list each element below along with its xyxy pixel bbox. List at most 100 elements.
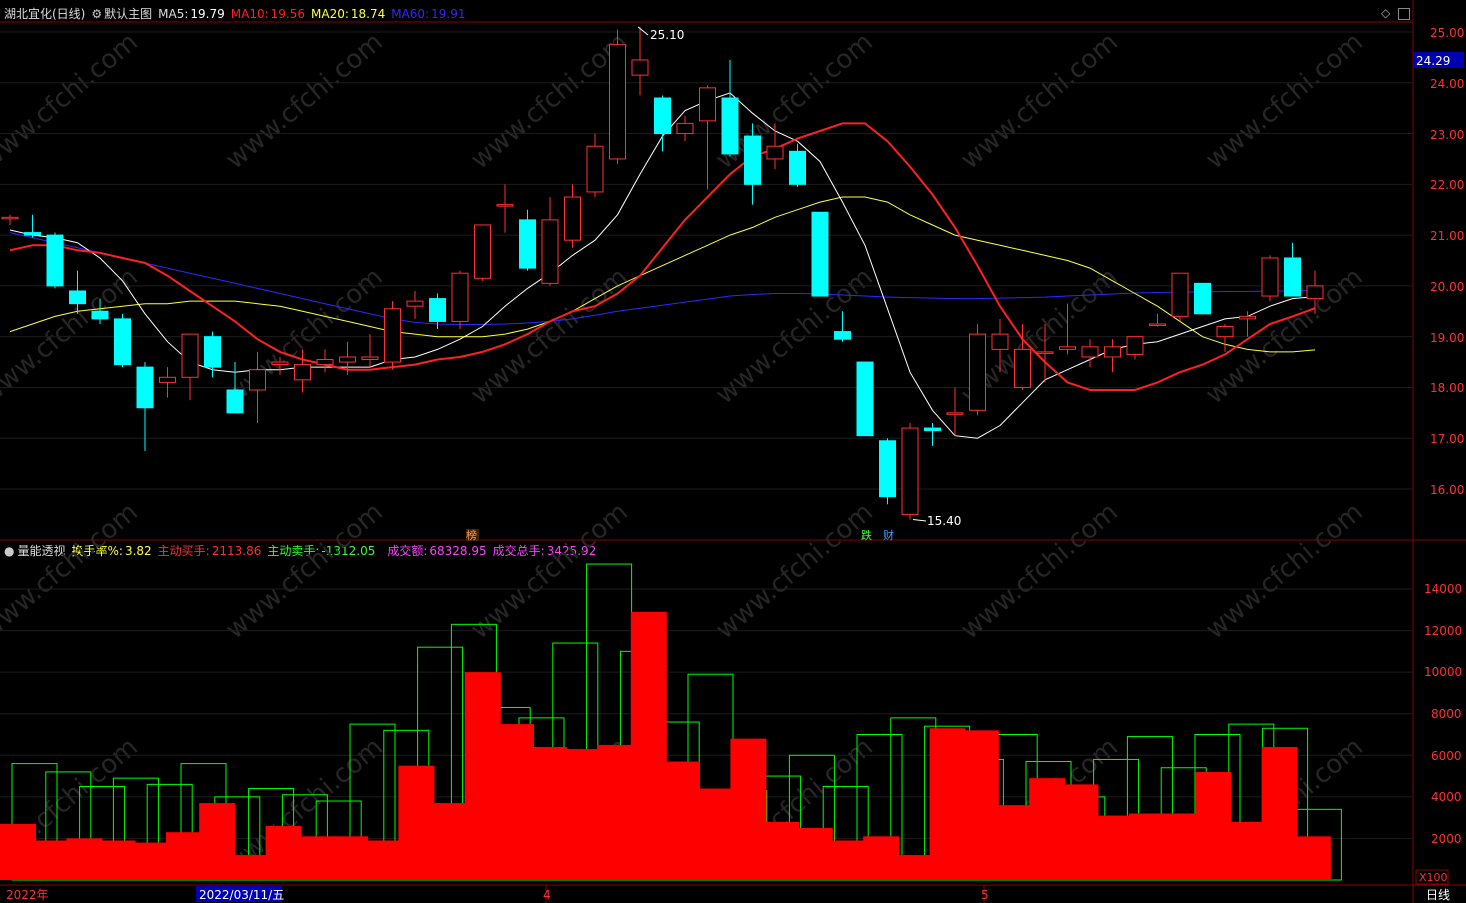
period-label[interactable]: 日线 <box>1426 888 1450 902</box>
candle-body <box>114 318 131 366</box>
volume-buy-bar <box>597 744 634 880</box>
candle-body <box>1059 346 1076 350</box>
volume-axis: 14000 12000 10000 8000 6000 4000 2000 X1… <box>1415 582 1462 885</box>
candle-body <box>1104 346 1121 358</box>
price-tick: 20.00 <box>1430 280 1464 294</box>
candle <box>316 349 334 373</box>
volume-buy-bar <box>1261 746 1298 880</box>
volume-tick: 2000 <box>1431 832 1462 846</box>
volume-buy-bar <box>664 761 700 880</box>
candle-body <box>69 290 86 305</box>
volume-buy-bar <box>66 838 103 880</box>
candle-body <box>316 359 334 366</box>
candle <box>924 422 941 446</box>
candle-body <box>1284 257 1301 297</box>
candle-body <box>654 97 671 135</box>
price-tick: 23.00 <box>1430 128 1464 142</box>
date-label-april: 4 <box>543 888 551 902</box>
volume-buy-bar <box>298 836 335 880</box>
volume-buy-bar <box>431 803 468 880</box>
watermark-text: www.cfchi.com <box>465 27 634 175</box>
candle-body <box>294 364 311 381</box>
candle-body <box>1081 346 1099 358</box>
candle-body <box>429 298 446 322</box>
volume-buy-bar <box>1062 784 1099 880</box>
candle-body <box>406 300 424 307</box>
candle-body <box>631 59 649 76</box>
candle-body <box>249 369 266 391</box>
price-tick: 16.00 <box>1430 483 1464 497</box>
volume-buy-bar <box>996 805 1032 880</box>
candle <box>541 197 559 286</box>
candle <box>159 367 176 398</box>
volume-buy-bar <box>0 823 36 880</box>
candle-body <box>1149 323 1166 326</box>
candle-body <box>789 150 806 185</box>
volume-buy-bar <box>265 825 302 880</box>
candle <box>496 184 514 233</box>
candle <box>676 115 694 142</box>
candle <box>564 184 581 248</box>
candle <box>1216 323 1234 352</box>
volume-buy-bar <box>697 788 734 880</box>
candle <box>654 95 671 152</box>
price-tick: 25.00 <box>1430 26 1464 40</box>
candle-body <box>451 272 469 322</box>
volume-buy-bar <box>1029 778 1066 880</box>
candle <box>1126 336 1144 360</box>
volume-buy-bar <box>1195 771 1232 880</box>
candle-body <box>1036 351 1054 354</box>
volume-buy-bar <box>199 803 236 880</box>
watermark-text: www.cfchi.com <box>0 27 144 175</box>
candle <box>811 211 829 297</box>
volume-tick: 12000 <box>1424 624 1462 638</box>
candle <box>1194 282 1211 315</box>
volume-tick: 10000 <box>1424 665 1462 679</box>
candle <box>136 362 154 451</box>
candle-body <box>519 219 536 269</box>
candle <box>631 26 649 96</box>
candle <box>361 334 379 368</box>
price-tick: 21.00 <box>1430 229 1464 243</box>
candle <box>1081 339 1099 368</box>
watermark-text: www.cfchi.com <box>0 497 144 645</box>
watermark-text: www.cfchi.com <box>1200 497 1369 645</box>
candle <box>879 438 896 505</box>
candle-body <box>271 361 289 366</box>
candle-body <box>564 196 581 241</box>
volume-buy-bar <box>498 724 534 880</box>
candle <box>451 270 469 330</box>
ma20-line <box>9 196 1316 353</box>
candle <box>1239 311 1256 337</box>
volume-buy-bar <box>99 840 136 880</box>
volume-buy-bar <box>830 840 866 880</box>
price-axis: 25.00 24.00 23.00 22.00 21.00 20.00 19.0… <box>1414 26 1464 497</box>
candle-body <box>181 333 199 378</box>
candle <box>24 214 41 238</box>
candle-body <box>159 376 176 383</box>
candle <box>1171 272 1189 322</box>
watermark-text: www.cfchi.com <box>465 497 634 645</box>
candle <box>114 313 131 368</box>
volume-tick: 4000 <box>1431 790 1462 804</box>
candle-body <box>91 310 109 320</box>
candle-body <box>1126 336 1144 355</box>
volume-buy-bar <box>232 855 269 880</box>
low-price-annotation: 15.40 <box>927 514 961 528</box>
date-label-cursor: 2022/03/11/五 <box>199 888 284 902</box>
volume-buy-bar <box>962 730 999 880</box>
candle-body <box>811 211 829 297</box>
marker-cai[interactable]: 财 <box>883 528 894 542</box>
marker-bang[interactable]: 榜 <box>466 528 477 542</box>
chart-canvas[interactable]: www.cfchi.com www.cfchi.com www.cfchi.com w… <box>0 0 1466 903</box>
candle <box>384 301 401 370</box>
volume-buy-bar <box>166 832 202 880</box>
candle <box>519 209 536 271</box>
volume-buy-bar <box>398 765 435 880</box>
candle-body <box>676 122 694 135</box>
candle <box>609 29 626 165</box>
candle-body <box>901 427 919 515</box>
marker-die[interactable]: 跌 <box>861 528 872 542</box>
volume-buy-bar <box>730 738 767 880</box>
candle <box>586 133 604 198</box>
